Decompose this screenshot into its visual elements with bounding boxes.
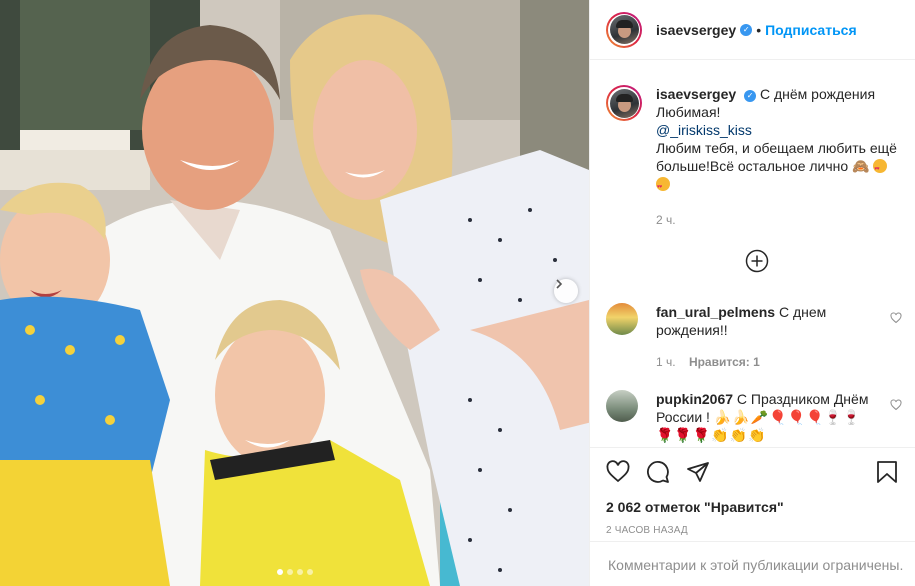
caption-line-3: Любим тебя, и обещаем любить ещё больше!… <box>656 140 897 174</box>
caption-mention[interactable]: @_iriskiss_kiss <box>656 122 752 138</box>
heart-eyes-emoji-icon <box>656 177 670 196</box>
share-icon <box>687 462 709 482</box>
post-photo[interactable] <box>0 0 589 586</box>
save-button[interactable] <box>876 460 898 484</box>
carousel-dot <box>296 569 303 575</box>
carousel-dot <box>306 569 313 575</box>
comment-item: pupkin2067 С Праздником Днём России ! 🍌🍌… <box>606 390 906 444</box>
comment-icon <box>647 461 669 483</box>
comment-emoji-row: 🍌🍌🥕🎈🎈🎈🍷🍷 <box>713 409 862 425</box>
caption-time[interactable]: 2 ч. <box>656 211 900 229</box>
comment-item: fan_ural_pelmens С днем рождения!! 1 ч. … <box>606 303 906 371</box>
action-icons <box>606 458 900 486</box>
follow-button[interactable]: Подписаться <box>765 22 857 38</box>
comments-restricted-notice: Комментарии к этой публикации ограничены… <box>590 541 915 586</box>
caption-username[interactable]: isaevsergey <box>656 86 736 102</box>
author-avatar[interactable] <box>606 11 642 48</box>
caption-line-2: Любимая! <box>656 104 721 120</box>
comment-username[interactable]: pupkin2067 <box>656 391 733 407</box>
caption-line-1: С днём рождения <box>759 86 876 102</box>
comment-like-button[interactable] <box>890 398 902 414</box>
carousel-dot <box>286 569 293 575</box>
small-heart-icon <box>890 312 902 324</box>
comment-time[interactable]: 1 ч. <box>656 355 676 369</box>
comment-button[interactable] <box>646 460 670 484</box>
bookmark-icon <box>877 461 897 483</box>
share-button[interactable] <box>686 460 710 484</box>
heart-eyes-emoji-icon <box>873 159 888 178</box>
verified-badge-icon: ✓ <box>744 90 757 102</box>
post-caption: isaevsergey ✓ С днём рождения Любимая! @… <box>590 61 915 229</box>
comment-emoji-row: 🌹🌹🌹👏👏👏 <box>656 427 767 443</box>
next-slide-button[interactable] <box>554 279 578 303</box>
post-side-panel: isaevsergey ✓ • Подписаться isaevsergey … <box>589 0 915 586</box>
heart-icon <box>606 460 630 483</box>
header-separator: • <box>756 21 762 38</box>
comment-likes-count[interactable]: Нравится: 1 <box>689 355 760 369</box>
comment-username[interactable]: fan_ural_pelmens <box>656 304 775 320</box>
carousel-dot <box>276 569 283 575</box>
plus-circle-icon <box>745 249 769 273</box>
comment-like-button[interactable] <box>890 311 902 327</box>
like-button[interactable] <box>606 460 630 484</box>
family-photo-illustration <box>0 0 589 586</box>
author-username[interactable]: isaevsergey <box>656 22 736 38</box>
verified-badge-icon: ✓ <box>740 23 753 36</box>
commenter-avatar[interactable] <box>606 390 638 422</box>
comments-area[interactable]: isaevsergey ✓ С днём рождения Любимая! @… <box>590 61 915 447</box>
chevron-right-icon <box>556 279 563 289</box>
carousel-indicators <box>0 569 589 575</box>
commenter-avatar[interactable] <box>606 303 638 335</box>
post-header: isaevsergey ✓ • Подписаться <box>590 0 915 60</box>
likes-count[interactable]: 2 062 отметок "Нравится" <box>606 499 900 515</box>
post-timestamp[interactable]: 2 часов назад <box>606 525 900 536</box>
small-heart-icon <box>890 399 902 411</box>
caption-avatar[interactable] <box>606 85 642 121</box>
post-actions: 2 062 отметок "Нравится" 2 часов назад <box>590 447 915 536</box>
load-more-comments-button[interactable] <box>745 249 769 273</box>
